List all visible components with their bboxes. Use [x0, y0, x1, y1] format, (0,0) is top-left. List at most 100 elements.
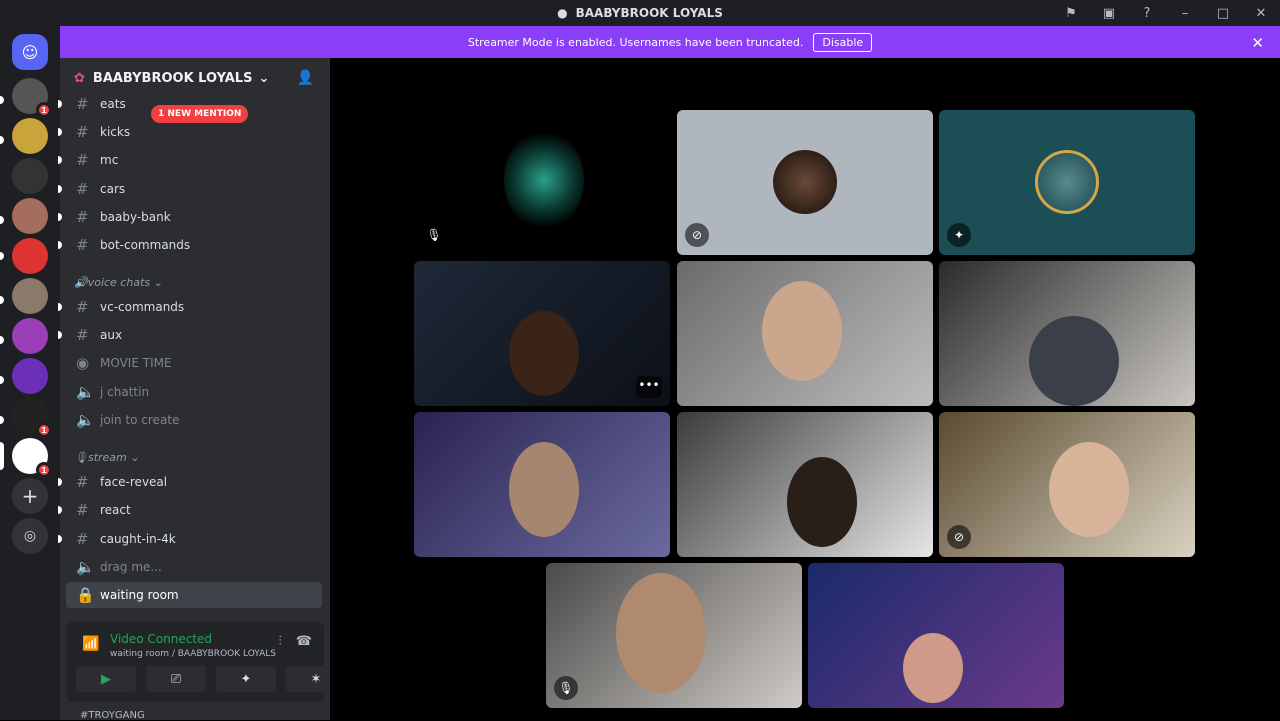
notification-badge: 1: [36, 422, 52, 438]
channel-baaby-bank[interactable]: # baaby-bank: [66, 204, 322, 230]
camera-button[interactable]: ▶: [76, 666, 136, 692]
video-feed: [509, 442, 579, 537]
server-name: BAABYBROOK LOYALS: [92, 70, 253, 86]
voice-connection-panel: 📶 Video Connected waiting room / BAABYBR…: [66, 622, 346, 702]
maximize-icon[interactable]: □: [1204, 6, 1242, 21]
channel-movie-time[interactable]: ◉ MOVIE TIME: [66, 350, 322, 376]
inbox-icon[interactable]: ▣: [1090, 6, 1128, 21]
video-tile[interactable]: [939, 261, 1195, 406]
camera-off-icon: ⊘: [685, 223, 709, 247]
server-icon[interactable]: [12, 318, 48, 354]
unread-indicator: [58, 241, 62, 249]
server-icon[interactable]: [12, 278, 48, 314]
more-options-icon[interactable]: •••: [636, 376, 662, 398]
channel-label: bot-commands: [100, 238, 191, 252]
channel-vc-commands[interactable]: # vc-commands: [66, 294, 322, 320]
server-icon[interactable]: [12, 238, 48, 274]
disconnect-icon[interactable]: ☎: [296, 634, 312, 649]
video-tile[interactable]: ✦: [939, 110, 1195, 255]
channel-label: waiting room: [100, 588, 179, 602]
hash-icon: #: [76, 501, 89, 519]
server-icon[interactable]: 1: [12, 78, 52, 118]
minimize-icon[interactable]: –: [1166, 6, 1204, 21]
channel-label: j chattin: [100, 385, 150, 399]
video-feed: [1029, 316, 1119, 406]
channel-react[interactable]: # react: [66, 497, 322, 523]
voice-location[interactable]: waiting room / BAABYBROOK LOYALS: [110, 649, 276, 659]
hash-icon: #: [76, 208, 89, 226]
disable-button[interactable]: Disable: [813, 32, 873, 52]
server-icon[interactable]: 1: [12, 398, 52, 438]
channel-eats[interactable]: # eats: [66, 91, 322, 117]
video-tile[interactable]: ⊘: [677, 110, 933, 255]
unread-indicator: [58, 213, 62, 221]
stage-icon: ◉: [76, 354, 90, 372]
channel-aux[interactable]: # aux: [66, 322, 322, 348]
unread-indicator: [58, 185, 62, 193]
channel-label: baaby-bank: [100, 210, 171, 224]
active-server-icon[interactable]: 1: [12, 438, 52, 478]
unread-indicator: [58, 156, 62, 164]
video-feed: [903, 633, 963, 703]
video-feed: [616, 573, 706, 693]
video-tile[interactable]: ⊘: [939, 412, 1195, 557]
video-tile[interactable]: 🎙: [414, 110, 670, 255]
category-stream[interactable]: 🎙stream ⌄: [74, 451, 139, 464]
video-tile[interactable]: 🎙: [546, 563, 802, 708]
channel-caught-in-4k[interactable]: # caught-in-4k: [66, 526, 322, 552]
channel-label: aux: [100, 328, 123, 342]
speaker-icon: 🔈: [76, 411, 95, 429]
unread-indicator: [58, 478, 62, 486]
server-icon[interactable]: [12, 358, 48, 394]
channel-cars[interactable]: # cars: [66, 176, 322, 202]
channel-mc[interactable]: # mc: [66, 147, 322, 173]
server-icon[interactable]: [12, 158, 48, 194]
channel-join-to-create[interactable]: 🔈 join to create: [66, 407, 322, 433]
hash-icon: #: [76, 326, 89, 344]
video-tile[interactable]: [677, 261, 933, 406]
help-icon[interactable]: ?: [1128, 6, 1166, 21]
channel-drag-me[interactable]: 🔈 drag me...: [66, 554, 322, 580]
unread-indicator: [58, 303, 62, 311]
noise-suppression-icon[interactable]: ⫶: [279, 634, 282, 649]
video-tile[interactable]: •••: [414, 261, 670, 406]
video-tile[interactable]: [677, 412, 933, 557]
channel-waiting-room[interactable]: 🔒 waiting room: [66, 582, 322, 608]
channel-label: vc-commands: [100, 300, 185, 314]
screen-share-button[interactable]: ⎚: [146, 666, 206, 692]
invite-user-icon[interactable]: 👤: [297, 70, 314, 86]
channel-kicks[interactable]: # kicks: [66, 119, 322, 145]
close-window-icon[interactable]: ✕: [1242, 6, 1280, 21]
server-icon[interactable]: [12, 198, 48, 234]
activities-button[interactable]: ✦: [216, 666, 276, 692]
title-bar: ● BAABYBROOK LOYALS ⚑ ▣ ? – □ ✕: [0, 0, 1280, 26]
video-feed: [509, 311, 579, 396]
server-boost-icon: ✿: [74, 70, 85, 86]
unread-pill: [0, 96, 4, 104]
home-discord-icon[interactable]: ☺: [12, 34, 48, 70]
hash-icon: #: [76, 530, 89, 548]
video-grid: 🎙 ⊘ ✦ ••• ⊘ 🎙: [330, 58, 1280, 720]
explore-servers-icon[interactable]: ◎: [12, 518, 48, 554]
channel-bot-commands[interactable]: # bot-commands: [66, 232, 322, 258]
add-server-icon[interactable]: +: [12, 478, 48, 514]
category-voice-chats[interactable]: 🔊voice chats ⌄: [74, 276, 163, 289]
video-tile[interactable]: [808, 563, 1064, 708]
window-title: ● BAABYBROOK LOYALS: [557, 6, 723, 20]
server-icon[interactable]: [12, 118, 48, 154]
flag-icon[interactable]: ⚑: [1052, 6, 1090, 21]
window-title-text: BAABYBROOK LOYALS: [575, 6, 723, 20]
unread-indicator: [58, 128, 62, 136]
mic-muted-icon: 🎙: [426, 228, 442, 242]
signal-icon: 📶: [82, 636, 100, 652]
video-tile[interactable]: [414, 412, 670, 557]
avatar: [1035, 150, 1099, 214]
channel-face-reveal[interactable]: # face-reveal: [66, 469, 322, 495]
channel-label: eats: [100, 97, 126, 111]
voice-status[interactable]: Video Connected: [110, 632, 212, 646]
category-label: stream: [87, 451, 127, 464]
channel-j-chattin[interactable]: 🔈 j chattin: [66, 379, 322, 405]
hash-icon: #: [76, 180, 89, 198]
unread-indicator: [58, 100, 62, 108]
close-banner-icon[interactable]: ✕: [1251, 34, 1264, 52]
